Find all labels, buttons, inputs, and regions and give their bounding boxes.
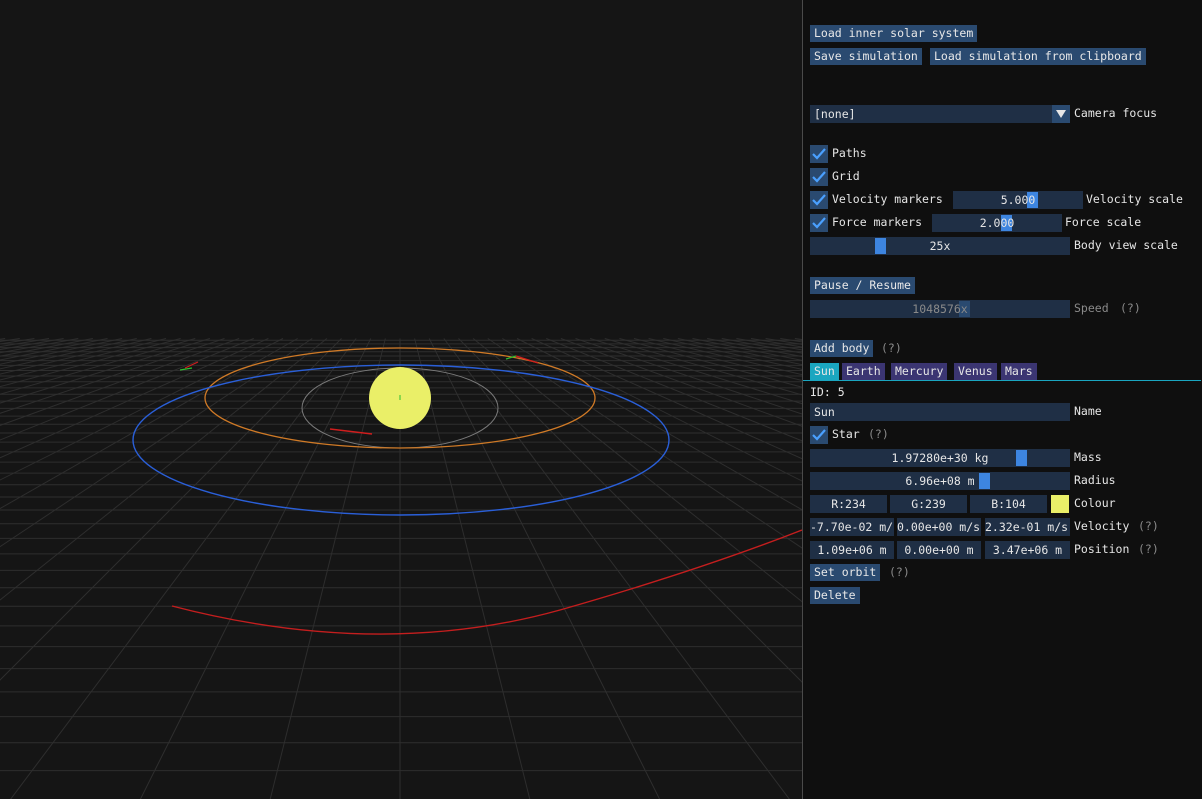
star-label: Star xyxy=(832,427,860,441)
speed-value: 1048576x xyxy=(912,302,968,316)
velocity-z-value: 2.32e-01 m/s xyxy=(985,520,1069,534)
position-y-value: 0.00e+00 m xyxy=(904,543,974,557)
mass-slider[interactable]: 1.97280e+30 kg xyxy=(810,449,1070,467)
colour-label: Colour xyxy=(1074,496,1116,510)
speed-slider[interactable]: 1048576x xyxy=(810,300,1070,318)
checkmark-icon xyxy=(812,148,826,160)
camera-focus-value: [none] xyxy=(814,107,856,121)
delete-button[interactable]: Delete xyxy=(810,587,860,604)
position-y-input[interactable]: 0.00e+00 m xyxy=(897,541,981,559)
velocity-y-input[interactable]: 0.00e+00 m/s xyxy=(897,518,981,536)
colour-g-input[interactable]: G:239 xyxy=(890,495,967,513)
star-checkbox[interactable] xyxy=(810,426,828,444)
colour-swatch[interactable] xyxy=(1051,495,1069,513)
paths-label: Paths xyxy=(832,146,867,160)
star-help-icon[interactable]: (?) xyxy=(868,426,889,443)
velocity-help-icon[interactable]: (?) xyxy=(1138,518,1159,535)
velocity-y-value: 0.00e+00 m/s xyxy=(897,520,981,534)
simulation-viewport[interactable] xyxy=(0,0,802,799)
mass-value: 1.97280e+30 kg xyxy=(891,451,989,465)
velocity-x-input[interactable]: -7.70e-02 m/ xyxy=(810,518,894,536)
tab-mercury[interactable]: Mercury xyxy=(891,363,948,380)
pause-resume-button[interactable]: Pause / Resume xyxy=(810,277,915,294)
velocity-z-input[interactable]: 2.32e-01 m/s xyxy=(985,518,1070,536)
velocity-scale-label: Velocity scale xyxy=(1086,192,1183,206)
velocity-scale-slider[interactable]: 5.000 xyxy=(953,191,1083,209)
load-from-clipboard-button[interactable]: Load simulation from clipboard xyxy=(930,48,1146,65)
save-simulation-button[interactable]: Save simulation xyxy=(810,48,922,65)
velocity-markers-label: Velocity markers xyxy=(832,192,943,206)
colour-r-input[interactable]: R:234 xyxy=(810,495,887,513)
tab-divider xyxy=(803,380,1201,381)
radius-value: 6.96e+08 m xyxy=(905,474,975,488)
colour-b-value: B:104 xyxy=(991,497,1026,511)
body-view-scale-label: Body view scale xyxy=(1074,238,1178,252)
tab-venus[interactable]: Venus xyxy=(954,363,997,380)
set-orbit-button[interactable]: Set orbit xyxy=(810,564,881,581)
position-x-input[interactable]: 1.09e+06 m xyxy=(810,541,894,559)
colour-r-value: R:234 xyxy=(831,497,866,511)
grid-checkbox[interactable] xyxy=(810,168,828,186)
force-markers-checkbox[interactable] xyxy=(810,214,828,232)
add-body-button[interactable]: Add body xyxy=(810,340,874,357)
tab-earth[interactable]: Earth xyxy=(842,363,885,380)
force-scale-label: Force scale xyxy=(1065,215,1142,229)
grid-label: Grid xyxy=(832,169,860,183)
body-view-scale-slider[interactable]: 25x xyxy=(810,237,1070,255)
paths-checkbox[interactable] xyxy=(810,145,828,163)
body-view-scale-value: 25x xyxy=(929,239,951,253)
control-panel: Load inner solar system Save simulation … xyxy=(802,0,1202,799)
load-inner-solar-system-button[interactable]: Load inner solar system xyxy=(810,25,978,42)
tab-sun[interactable]: Sun xyxy=(810,363,839,380)
velocity-label: Velocity xyxy=(1074,519,1130,533)
checkmark-icon xyxy=(812,171,826,183)
radius-label: Radius xyxy=(1074,473,1116,487)
mass-label: Mass xyxy=(1074,450,1102,464)
position-label: Position xyxy=(1074,542,1130,556)
checkmark-icon xyxy=(812,194,826,206)
velocity-x-value: -7.70e-02 m/ xyxy=(810,520,894,534)
position-z-input[interactable]: 3.47e+06 m xyxy=(985,541,1070,559)
tab-mars[interactable]: Mars xyxy=(1001,363,1037,380)
position-x-value: 1.09e+06 m xyxy=(817,543,887,557)
colour-g-value: G:239 xyxy=(911,497,946,511)
camera-focus-dropdown[interactable]: [none] xyxy=(810,105,1070,123)
camera-focus-label: Camera focus xyxy=(1074,106,1158,120)
force-scale-slider[interactable]: 2.000 xyxy=(932,214,1062,232)
body-name-value: Sun xyxy=(814,405,835,419)
body-id: ID: 5 xyxy=(810,385,845,399)
position-help-icon[interactable]: (?) xyxy=(1138,541,1159,558)
set-orbit-help-icon[interactable]: (?) xyxy=(889,564,910,581)
body-name-input[interactable]: Sun xyxy=(810,403,1070,421)
force-scale-value: 2.000 xyxy=(979,216,1015,230)
colour-b-input[interactable]: B:104 xyxy=(970,495,1047,513)
scene-canvas[interactable] xyxy=(0,0,802,799)
radius-slider[interactable]: 6.96e+08 m xyxy=(810,472,1070,490)
velocity-markers-checkbox[interactable] xyxy=(810,191,828,209)
position-z-value: 3.47e+06 m xyxy=(992,543,1063,557)
force-markers-label: Force markers xyxy=(832,215,923,229)
speed-label: Speed xyxy=(1074,301,1109,315)
add-body-help-icon[interactable]: (?) xyxy=(881,340,902,357)
checkmark-icon xyxy=(812,217,826,229)
velocity-scale-value: 5.000 xyxy=(1000,193,1036,207)
body-name-label: Name xyxy=(1074,404,1102,418)
speed-help-icon[interactable]: (?) xyxy=(1120,300,1141,317)
checkmark-icon xyxy=(812,429,826,441)
